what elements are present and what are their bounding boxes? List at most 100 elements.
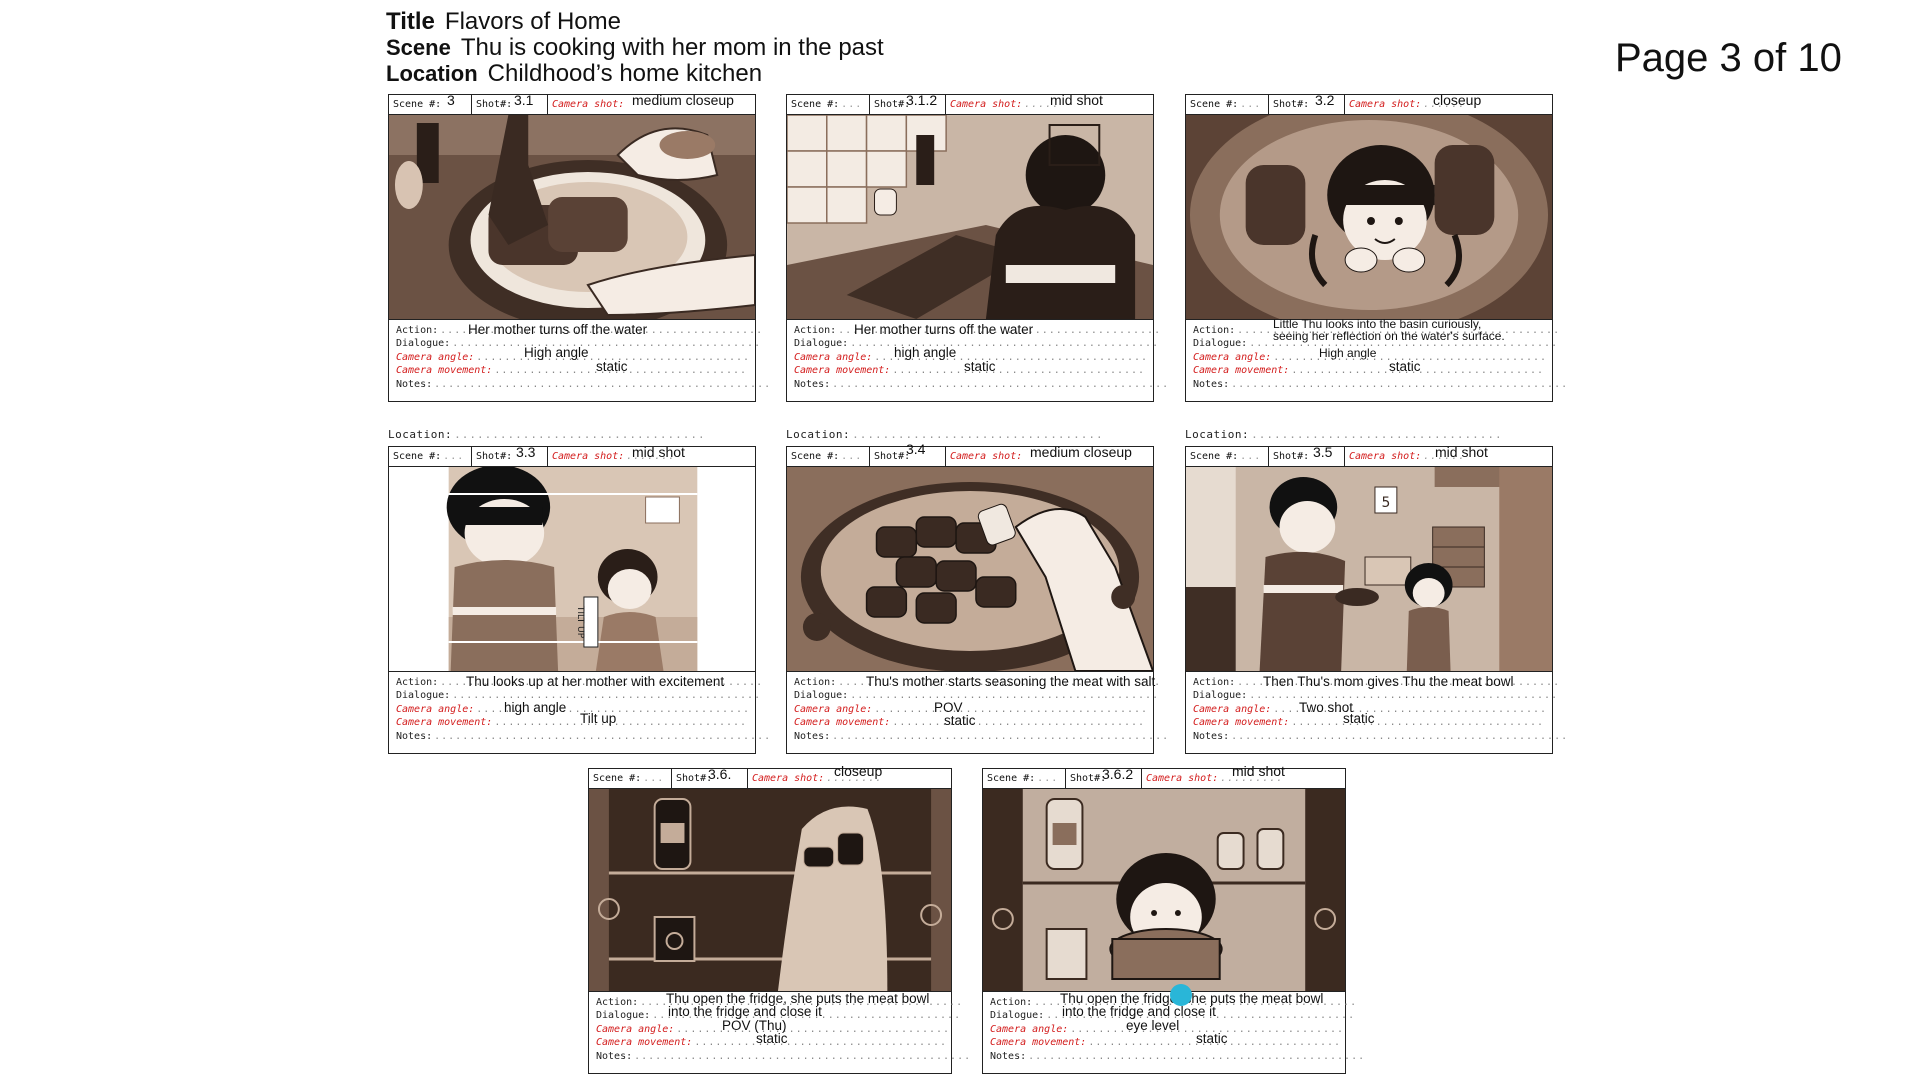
scene-cell: Scene #:... — [1190, 451, 1262, 462]
panel-header: Scene #:... Shot#: 3.1.2 Camera shot:....… — [787, 92, 1153, 115]
dialogue-label: Dialogue: — [396, 690, 451, 702]
camera-shot-cell: Camera shot:........ closeup — [747, 763, 951, 788]
camera-movement-label: Camera movement: — [794, 717, 891, 729]
action-label: Action: — [990, 997, 1033, 1008]
location-line-label: Location: — [1185, 428, 1250, 441]
action-label: Action: — [396, 325, 439, 336]
notes-row: Notes:..................................… — [990, 1050, 1366, 1062]
camera-angle-label: Camera angle: — [396, 351, 475, 363]
location-row: Location Childhood’s home kitchen — [386, 60, 1286, 87]
tilt-up-arrow-text: TILT UP — [575, 605, 585, 639]
storyboard-panel-1: Scene #: 3 Shot#: 3.1 Camera shot: medium c… — [388, 92, 770, 402]
camera-movement-row: Camera movement:........................… — [1193, 359, 1545, 377]
camera-shot-label: Camera shot: — [552, 99, 625, 110]
scene-cell: Scene #:... — [987, 773, 1059, 784]
title-label: Title — [386, 8, 435, 35]
dialogue-label: Dialogue: — [396, 338, 451, 350]
action-label: Action: — [596, 997, 639, 1008]
camera-movement-row: Camera movement:........................… — [396, 711, 748, 729]
shot-number: 3.3 — [516, 444, 536, 460]
location-line-1: Location:...............................… — [388, 428, 706, 441]
camera-shot-label: Camera shot: — [950, 451, 1023, 462]
panel-illustration — [1186, 115, 1552, 319]
panel-illustration — [589, 789, 951, 991]
camera-shot-cell: Camera shot:...... mid shot — [1344, 444, 1552, 466]
shot-cell-label: Shot#: — [874, 99, 911, 110]
camera-angle-label: Camera angle: — [1193, 351, 1272, 363]
camera-angle-label: Camera angle: — [794, 703, 873, 715]
notes-row: Notes:..................................… — [794, 378, 1170, 390]
scene-cell: Scene #:... — [1190, 99, 1262, 110]
notes-label: Notes: — [1193, 730, 1230, 742]
shot-cell-label: Shot#: — [874, 451, 911, 462]
action-text: Thu open the fridge, she puts the meat b… — [666, 991, 930, 1006]
storyboard-panel-4: Scene #:... Shot#: 3.3 Camera shot:......… — [388, 444, 772, 754]
action-row: Action:.................................… — [794, 322, 1162, 337]
shot-cell-label: Shot#: — [1273, 99, 1310, 110]
scene-cell-label: Scene #: — [393, 451, 442, 462]
panel-header: Scene #:... Shot#: 3.5 Camera shot:......… — [1186, 444, 1552, 467]
camera-shot-label: Camera shot: — [1146, 773, 1219, 784]
seasoning-meat-illustration — [787, 467, 1153, 671]
camera-angle-value: POV — [934, 699, 963, 715]
action-label: Action: — [794, 325, 837, 336]
mom-gives-bowl-illustration: 5 — [1186, 467, 1552, 671]
camera-angle-value: eye level — [1126, 1017, 1180, 1033]
notes-row: Notes:..................................… — [396, 730, 772, 742]
camera-movement-label: Camera movement: — [1193, 717, 1290, 729]
camera-angle-row: Camera angle:...........................… — [1193, 345, 1548, 363]
panel-header: Scene #:... Shot#: 3.6. Camera shot:.....… — [589, 763, 951, 789]
scene-cell-label: Scene #: — [593, 773, 642, 784]
panel-header: Scene #:... Shot#: 3.6.2 Camera shot:....… — [983, 763, 1345, 789]
action-text: Thu looks up at her mother with exciteme… — [466, 674, 725, 689]
location-line-2: Location:...............................… — [786, 428, 1104, 441]
shot-number: 3.6.2 — [1102, 766, 1134, 782]
dialogue-row: Dialogue:...............................… — [794, 690, 1160, 702]
camera-movement-row: Camera movement:........................… — [794, 359, 1146, 377]
camera-angle-label: Camera angle: — [794, 351, 873, 363]
camera-movement-label: Camera movement: — [396, 365, 493, 377]
page-number: Page 3 of 10 — [1615, 36, 1842, 80]
shot-cell: Shot#: 3.4 — [869, 441, 945, 466]
camera-movement-row: Camera movement:........................… — [794, 713, 1146, 729]
camera-movement-label: Camera movement: — [794, 365, 891, 377]
camera-shot-cell: Camera shot:..... mid shot — [945, 92, 1153, 114]
shot-cell-label: Shot#: — [476, 451, 513, 462]
scene-cell-label: Scene #: — [1190, 451, 1239, 462]
camera-shot-label: Camera shot: — [552, 451, 625, 462]
mother-washing-basin-illustration — [389, 115, 755, 319]
camera-shot-cell: Camera shot: medium closeup — [547, 92, 755, 114]
camera-movement-value: static — [964, 359, 996, 375]
camera-shot-value: medium closeup — [632, 92, 734, 108]
scene-cell: Scene #:... — [791, 99, 863, 110]
scene-cell-label: Scene #: — [393, 99, 442, 110]
shot-cell-label: Shot#: — [476, 99, 513, 110]
camera-angle-value: high angle — [894, 344, 957, 360]
panel-illustration: 5 — [1186, 467, 1552, 671]
panel-details: Action:.................................… — [1186, 671, 1567, 753]
notes-row: Notes:..................................… — [596, 1050, 972, 1062]
camera-angle-value: High angle — [524, 344, 589, 360]
camera-movement-label: Camera movement: — [396, 717, 493, 729]
location-description: Childhood’s home kitchen — [487, 60, 763, 87]
shot-number: 3.2 — [1315, 92, 1335, 108]
panel-details: Action:.................................… — [589, 991, 972, 1073]
dialogue-label: Dialogue: — [1193, 338, 1248, 350]
dialogue-label: Dialogue: — [794, 690, 849, 702]
action-label: Action: — [1193, 325, 1236, 336]
action-text: Thu's mother starts seasoning the meat w… — [866, 674, 1156, 689]
panel-details: Action:.................................… — [787, 319, 1170, 401]
shot-cell: Shot#: 3.3 — [471, 444, 547, 466]
dialogue-row: Dialogue:...............................… — [396, 690, 762, 702]
scene-cell: Scene #: 3 — [389, 92, 471, 114]
shot-cell: Shot#: 3.2 — [1268, 92, 1344, 114]
dialogue-row: Dialogue:...............................… — [794, 338, 1160, 350]
dialogue-row: Dialogue:...............................… — [1193, 690, 1559, 702]
camera-angle-label: Camera angle: — [396, 703, 475, 715]
panel-header: Scene #:... Shot#: 3.2 Camera shot:......… — [1186, 92, 1552, 115]
camera-movement-row: Camera movement:........................… — [990, 1031, 1342, 1049]
shot-number: 3.4 — [906, 441, 926, 457]
camera-movement-row: Camera movement:........................… — [396, 359, 748, 377]
camera-movement-value: static — [944, 713, 976, 729]
notes-label: Notes: — [794, 378, 831, 390]
